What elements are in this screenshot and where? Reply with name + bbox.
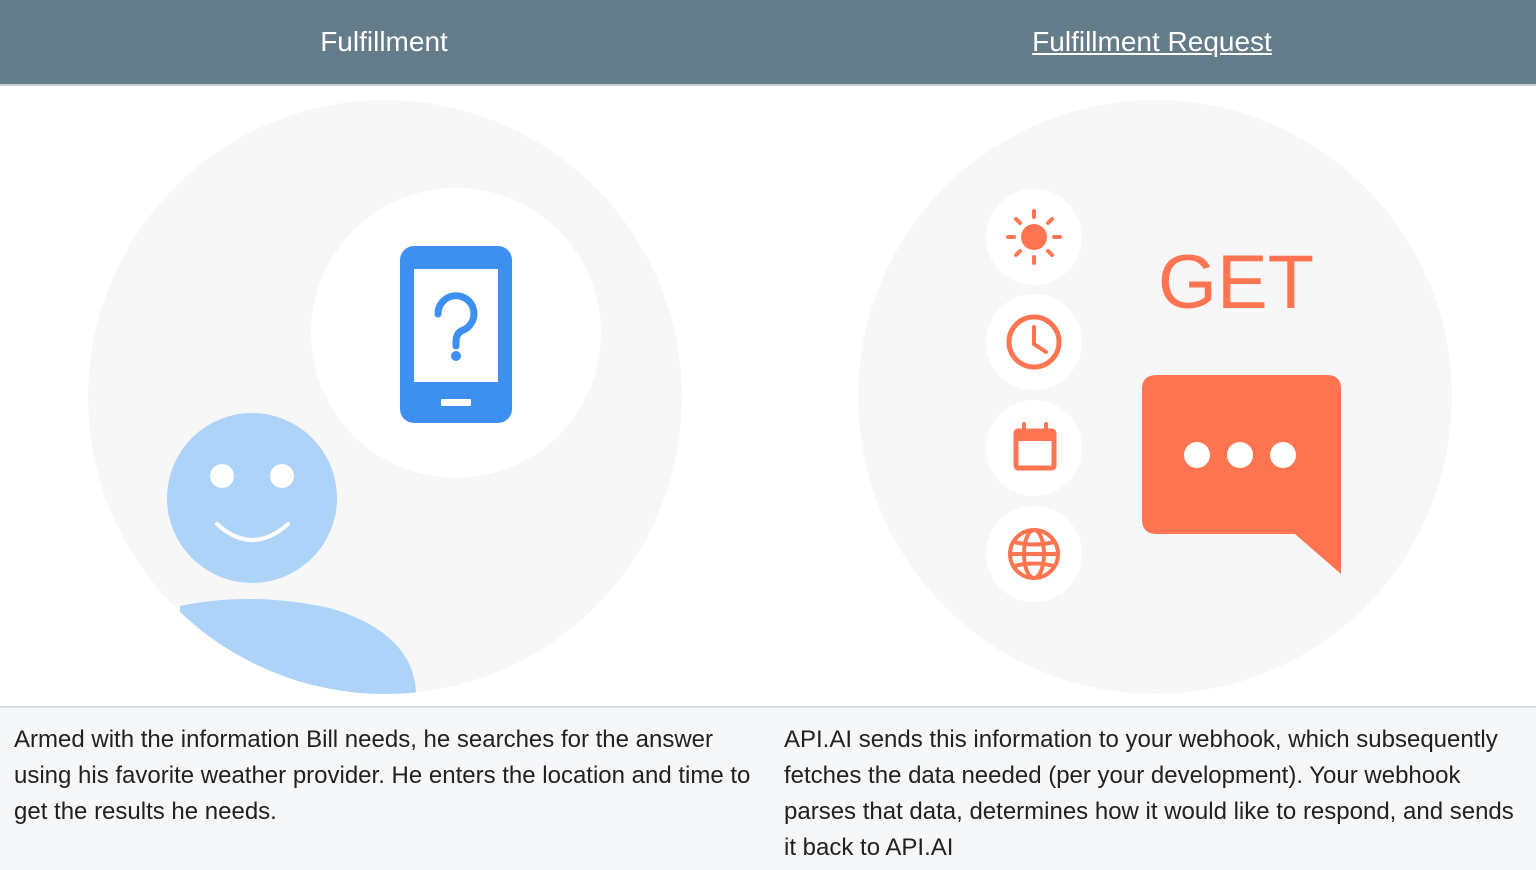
smiley-face-icon [167, 413, 337, 583]
illustration-svg: GET [88, 100, 1452, 694]
fulfillment-title: Fulfillment [320, 26, 448, 57]
right-illustration: GET [858, 100, 1452, 694]
header-right: Fulfillment Request [768, 0, 1536, 84]
smartphone-question-icon [400, 246, 512, 423]
header-bar: Fulfillment Fulfillment Request [0, 0, 1536, 86]
sun-icon [1006, 209, 1062, 265]
caption-bar: Armed with the information Bill needs, h… [0, 706, 1536, 870]
fulfillment-request-link[interactable]: Fulfillment Request [1032, 26, 1272, 58]
calendar-icon-circle [986, 400, 1082, 496]
get-method-label: GET [1158, 240, 1314, 325]
left-caption: Armed with the information Bill needs, h… [14, 726, 751, 825]
illustration-area: GET [0, 86, 1536, 706]
left-illustration [88, 100, 682, 694]
header-left: Fulfillment [0, 0, 768, 84]
right-caption: API.AI sends this information to your we… [784, 726, 1514, 861]
